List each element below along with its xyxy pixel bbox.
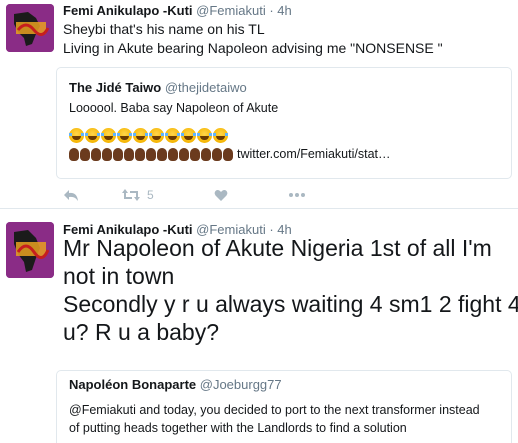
laughing-emoji-icon (101, 127, 116, 143)
quoted-text-line: Loooool. Baba say Napoleon of Akute (69, 101, 279, 115)
laughing-emoji-row (69, 127, 391, 143)
quoted-text-line: @Femiakuti and today, you decided to por… (69, 403, 480, 417)
clap-emoji-icon (91, 147, 101, 161)
avatar[interactable] (6, 222, 54, 278)
quoted-author-name: The Jidé Taiwo (69, 80, 162, 95)
clap-emoji-icon (190, 147, 200, 161)
clap-emoji-icon (146, 147, 156, 161)
clap-emoji-icon (113, 147, 123, 161)
laughing-emoji-icon (149, 127, 164, 143)
tweet-text-line: u? R u a baby? (63, 319, 220, 345)
avatar-image (6, 222, 54, 278)
tweet-text: Sheybi that's his name on his TL Living … (63, 20, 443, 58)
clap-emoji-icon (212, 147, 222, 161)
laughing-emoji-icon (69, 127, 84, 143)
clap-emoji-icon (223, 147, 233, 161)
quoted-author-handle: @Joeburgg77 (199, 377, 282, 392)
quoted-tweet-header: Napoléon Bonaparte @Joeburgg77 (69, 377, 282, 392)
reply-icon (64, 190, 78, 201)
laughing-emoji-icon (165, 127, 180, 143)
laughing-emoji-icon (213, 127, 228, 143)
clap-emoji-icon (69, 147, 79, 161)
quoted-link[interactable]: twitter.com/Femiakuti/stat… (237, 145, 391, 163)
laughing-emoji-icon (117, 127, 132, 143)
clap-emoji-icon (135, 147, 145, 161)
tweet-text-line: Living in Akute bearing Napoleon advisin… (63, 40, 443, 56)
like-button[interactable] (214, 189, 228, 202)
quoted-text-line: of putting heads together with the Landl… (69, 421, 407, 435)
separator: · (269, 3, 274, 18)
clap-emoji-icon (179, 147, 189, 161)
clap-emoji-icon (102, 147, 112, 161)
tweet-header: Femi Anikulapo -Kuti @Femiakuti · 4h (63, 3, 292, 18)
laughing-emoji-icon (181, 127, 196, 143)
avatar[interactable] (6, 4, 54, 52)
author-name[interactable]: Femi Anikulapo -Kuti (63, 3, 193, 18)
timestamp[interactable]: 4h (277, 3, 291, 18)
quoted-author-handle: @thejidetaiwo (164, 80, 247, 95)
author-handle[interactable]: @Femiakuti (196, 3, 266, 18)
laughing-emoji-icon (133, 127, 148, 143)
retweet-button[interactable]: 5 (121, 188, 154, 202)
clap-emoji-icon (157, 147, 167, 161)
tweet-text-line: not in town (63, 263, 175, 289)
clap-emoji-icon (201, 147, 211, 161)
laughing-emoji-icon (85, 127, 100, 143)
tweet-text: Mr Napoleon of Akute Nigeria 1st of all … (63, 234, 518, 346)
tweet[interactable]: Femi Anikulapo -Kuti @Femiakuti · 4h She… (0, 0, 518, 209)
clap-emoji-icon (124, 147, 134, 161)
retweet-count: 5 (147, 188, 154, 202)
clap-emoji-row: twitter.com/Femiakuti/stat… (69, 146, 391, 162)
quoted-tweet[interactable]: The Jidé Taiwo @thejidetaiwo Loooool. Ba… (56, 67, 512, 179)
retweet-icon (122, 189, 140, 201)
quoted-author-name: Napoléon Bonaparte (69, 377, 197, 392)
quoted-tweet-text: @Femiakuti and today, you decided to por… (69, 401, 480, 437)
more-button[interactable] (288, 192, 306, 198)
quoted-tweet[interactable]: Napoléon Bonaparte @Joeburgg77 @Femiakut… (56, 370, 512, 443)
quoted-tweet-text: Loooool. Baba say Napoleon of Akute twit… (69, 99, 391, 162)
reply-button[interactable] (63, 188, 79, 202)
more-dots-icon (288, 193, 305, 197)
tweet-text-line: Sheybi that's his name on his TL (63, 21, 265, 37)
clap-emoji-icon (80, 147, 90, 161)
tweet-actions: 5 (63, 186, 306, 204)
laughing-emoji-icon (197, 127, 212, 143)
quoted-tweet-header: The Jidé Taiwo @thejidetaiwo (69, 80, 247, 95)
tweet-text-line: Mr Napoleon of Akute Nigeria 1st of all … (63, 235, 492, 261)
heart-icon (214, 189, 228, 201)
avatar-image (6, 4, 54, 52)
clap-emoji-icon (168, 147, 178, 161)
tweet-text-line: Secondly y r u always waiting 4 sm1 2 fi… (63, 291, 518, 317)
